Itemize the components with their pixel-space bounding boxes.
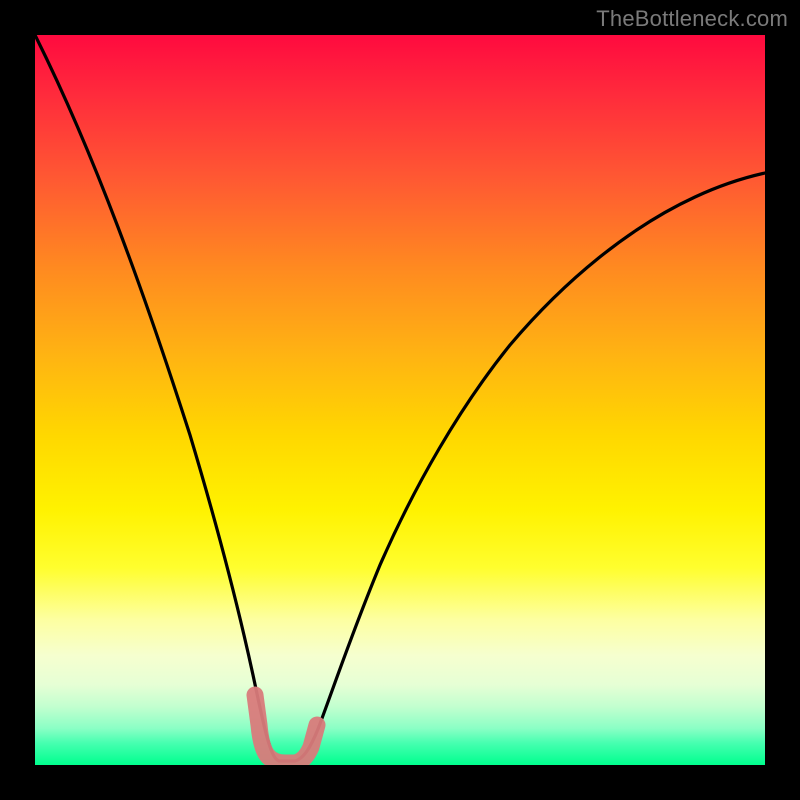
- bottleneck-curve: [35, 35, 765, 761]
- chart-plot-area: [35, 35, 765, 765]
- optimal-range-marker: [255, 695, 317, 763]
- chart-frame: TheBottleneck.com: [0, 0, 800, 800]
- watermark-text: TheBottleneck.com: [596, 6, 788, 32]
- chart-svg: [35, 35, 765, 765]
